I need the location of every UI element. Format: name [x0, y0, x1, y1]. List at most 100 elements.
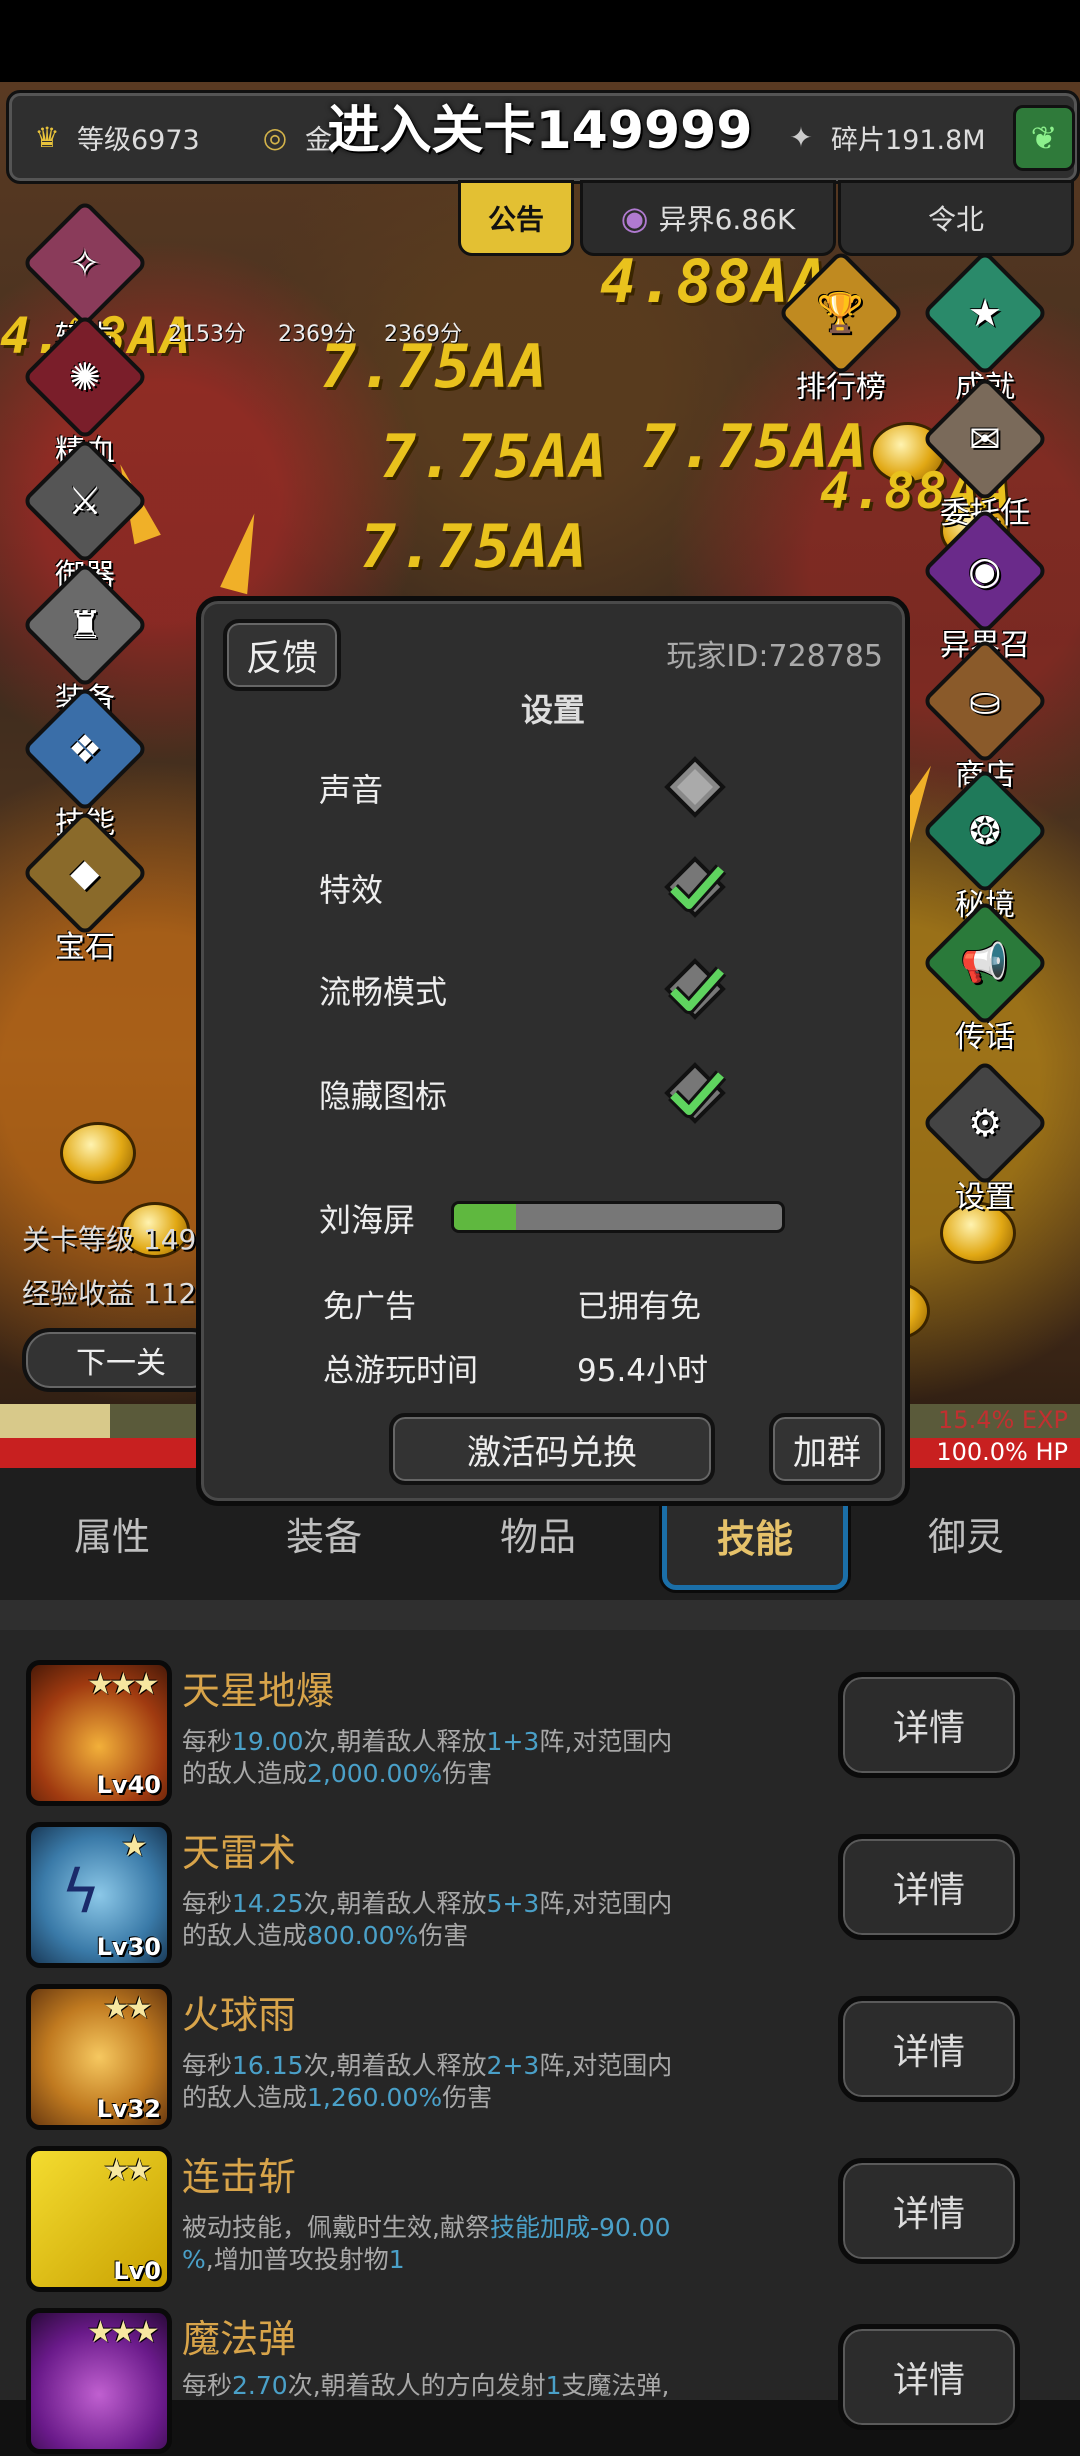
skill-stars: ★★★ — [87, 1667, 160, 1702]
skill-name: 天星地爆 — [182, 1669, 335, 1713]
damage-number: 7.75AA — [380, 422, 609, 492]
effects-toggle[interactable] — [663, 855, 727, 919]
skill-name: 火球雨 — [182, 1993, 297, 2037]
score-label: 2369分 — [384, 322, 462, 347]
notch-label: 刘海屏 — [319, 1201, 416, 1239]
star-icon: ★ — [921, 249, 1049, 377]
sword-icon: ⚔ — [21, 437, 149, 565]
swirl-icon: ◉ — [620, 199, 649, 237]
gem-icon: ◆ — [21, 809, 149, 937]
meteor-skill-icon: ★★★ Lv40 — [26, 1660, 172, 1806]
skill-name: 魔法弹 — [182, 2317, 297, 2361]
skill-description: 每秒16.15次,朝着敌人释放2+3阵,对范围内 的敌人造成1,260.00%伤害 — [182, 2051, 673, 2112]
skill-detail-button[interactable]: 详情 — [838, 1996, 1020, 2102]
check-icon — [664, 958, 727, 1020]
portal-icon: ◉ — [921, 507, 1049, 635]
notch-slider[interactable] — [451, 1201, 785, 1233]
fireball-skill-icon: ★★ Lv32 — [26, 1984, 172, 2130]
armor-icon: ♜ — [21, 561, 149, 689]
playtime-label: 总游玩时间 — [323, 1353, 478, 1389]
skill-name: 连击斩 — [182, 2155, 297, 2199]
hide-icons-toggle[interactable] — [663, 1061, 727, 1125]
settings-title: 设置 — [520, 691, 585, 729]
skill-detail-button[interactable]: 详情 — [838, 1834, 1020, 1940]
skill-description: 每秒2.70次,朝着敌人的方向发射1支魔法弹, — [182, 2371, 670, 2400]
side-button-gems[interactable]: ◆ 宝石 — [21, 809, 149, 966]
side-button-messages[interactable]: 📢 传话 — [921, 899, 1049, 1056]
skill-detail-button[interactable]: 详情 — [838, 2158, 1020, 2264]
lightning-bolt-icon: ϟ — [61, 1857, 101, 1927]
status-bar — [0, 0, 1080, 82]
skill-row: ★★ Lv32 火球雨 每秒16.15次,朝着敌人释放2+3阵,对范围内 的敌人造… — [0, 1970, 1080, 2132]
skill-stars: ★★ — [103, 1991, 153, 2026]
skill-level: Lv0 — [113, 2257, 161, 2285]
lightning-skill-icon: ★ ϟ Lv30 — [26, 1822, 172, 1968]
redeem-code-button[interactable]: 激活码兑换 — [389, 1413, 715, 1485]
feedback-button[interactable]: 反馈 — [223, 619, 341, 691]
megaphone-icon: 📢 — [921, 899, 1049, 1027]
exp-bar-fill — [0, 1404, 110, 1438]
check-icon — [664, 856, 727, 918]
list-divider — [0, 1600, 1080, 1630]
next-stage-button[interactable]: 下一关 — [22, 1328, 220, 1392]
score-label: 2153分 — [168, 322, 246, 347]
no-ads-value: 已拥有免 — [577, 1289, 701, 1325]
skill-stars: ★★★ — [87, 2315, 160, 2350]
rebirth-icon: ✧ — [21, 199, 149, 327]
skill-level: Lv30 — [96, 1933, 161, 1961]
gear-icon: ⚙ — [921, 1059, 1049, 1187]
trophy-icon: 🏆 — [777, 249, 905, 377]
side-button-leaderboard[interactable]: 🏆 排行榜 — [777, 249, 905, 406]
playtime-value: 95.4小时 — [577, 1353, 709, 1389]
smooth-mode-toggle[interactable] — [663, 957, 727, 1021]
player-id: 玩家ID:728785 — [666, 639, 883, 674]
settings-dialog: 反馈 玩家ID:728785 设置 声音 特效 流畅模式 隐藏图标 刘海屏 免广… — [196, 596, 910, 1506]
sound-toggle[interactable] — [663, 755, 727, 819]
skill-stars: ★ — [121, 1829, 148, 1864]
vortex-icon: ❂ — [921, 767, 1049, 895]
skill-description: 每秒19.00次,朝着敌人释放1+3阵,对范围内 的敌人造成2,000.00%伤害 — [182, 1727, 673, 1788]
stage-level-label: 关卡等级 149 — [22, 1223, 197, 1256]
skill-stars: ★★ — [103, 2153, 153, 2188]
side-button-settings[interactable]: ⚙ 设置 — [921, 1059, 1049, 1216]
otherworld-label: 异界6.86K — [658, 203, 796, 236]
crystal-icon: ❖ — [21, 685, 149, 813]
hp-label: 100.0% HP — [936, 1438, 1068, 1466]
notice-tab[interactable]: 公告 — [458, 180, 574, 256]
empty-diamond-icon — [664, 756, 726, 818]
skill-row: ★★★ 魔法弹 每秒2.70次,朝着敌人的方向发射1支魔法弹, 详情 — [0, 2294, 1080, 2456]
skill-list: ★★★ Lv40 天星地爆 每秒19.00次,朝着敌人释放1+3阵,对范围内 的敌… — [0, 1600, 1080, 2454]
effects-label: 特效 — [319, 871, 384, 909]
level-banner: 进入关卡149999 — [327, 101, 753, 161]
tab-attributes[interactable]: 属性 — [22, 1478, 202, 1588]
skill-detail-button[interactable]: 详情 — [838, 1672, 1020, 1778]
monster-orb — [60, 1122, 136, 1184]
no-ads-label: 免广告 — [323, 1289, 416, 1325]
sound-label: 声音 — [319, 771, 384, 809]
damage-number: 7.75AA — [360, 512, 589, 582]
scroll-icon: ✉ — [921, 375, 1049, 503]
notch-slider-fill — [454, 1204, 517, 1230]
magic-missile-skill-icon: ★★★ — [26, 2308, 172, 2454]
skill-description: 被动技能，佩戴时生效,献祭技能加成-90.00 %,增加普攻投射物1 — [182, 2213, 671, 2274]
flame-spike-decoration — [220, 509, 268, 595]
join-group-button[interactable]: 加群 — [769, 1413, 885, 1485]
skill-description: 每秒14.25次,朝着敌人释放5+3阵,对范围内 的敌人造成800.00%伤害 — [182, 1889, 673, 1950]
score-label: 2369分 — [278, 322, 356, 347]
skill-level: Lv32 — [96, 2095, 161, 2123]
smooth-mode-label: 流畅模式 — [319, 973, 448, 1011]
slash-skill-icon: ★★ Lv0 — [26, 2146, 172, 2292]
bag-icon: ⛀ — [921, 637, 1049, 765]
skill-row: ★ ϟ Lv30 天雷术 每秒14.25次,朝着敌人释放5+3阵,对范围内 的敌人… — [0, 1808, 1080, 1970]
skill-row: ★★★ Lv40 天星地爆 每秒19.00次,朝着敌人释放1+3阵,对范围内 的敌… — [0, 1646, 1080, 1808]
check-icon — [664, 1062, 727, 1124]
skill-detail-button[interactable]: 详情 — [838, 2324, 1020, 2430]
exp-income-label: 经验收益 112 — [22, 1277, 197, 1310]
skill-name: 天雷术 — [182, 1831, 297, 1875]
otherworld-tab[interactable]: ◉ 异界6.86K — [580, 180, 836, 256]
exp-label: 15.4% EXP — [938, 1406, 1068, 1434]
lingbei-tab[interactable]: 令北 — [838, 180, 1074, 256]
skill-level: Lv40 — [96, 1771, 161, 1799]
skill-row: ★★ Lv0 连击斩 被动技能，佩戴时生效,献祭技能加成-90.00 %,增加普攻… — [0, 2132, 1080, 2294]
hide-icons-label: 隐藏图标 — [319, 1077, 448, 1115]
